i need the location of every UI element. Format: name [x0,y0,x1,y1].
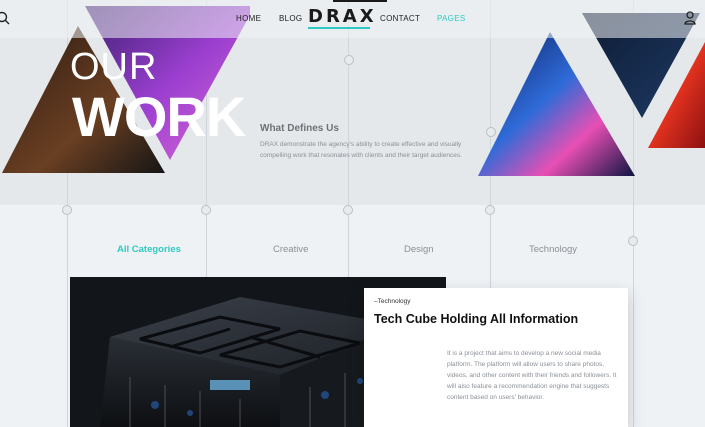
grid-node [628,236,638,246]
grid-node [344,55,354,65]
nav-blog[interactable]: BLOG [279,14,302,23]
hero-title-line1: OUR [70,46,158,88]
card-title: Tech Cube Holding All Information [374,312,579,326]
grid-node [485,205,495,215]
hero-title-line2: WORK [72,85,246,148]
nav-pages[interactable]: PAGES [437,14,465,23]
nav-home[interactable]: HOME [236,14,261,23]
grid-line [67,205,68,427]
grid-node [201,205,211,215]
logo[interactable]: DRAX [308,6,377,27]
define-title: What Defines Us [260,123,339,134]
nav-contact[interactable]: CONTACT [380,14,420,23]
card-category-tag: –Technology [374,298,411,305]
project-card[interactable]: –Technology Tech Cube Holding All Inform… [364,288,628,427]
tab-creative[interactable]: Creative [273,244,308,255]
tab-design[interactable]: Design [404,244,434,255]
tab-all-categories[interactable]: All Categories [117,244,181,255]
card-description: It is a project that aims to develop a n… [447,350,617,401]
grid-node [343,205,353,215]
user-icon[interactable] [684,11,696,30]
logo-accent-line [333,0,387,2]
search-icon[interactable] [0,11,10,30]
logo-underline [308,27,370,29]
top-navigation: HOME BLOG DRAX CONTACT PAGES [0,0,705,38]
tab-technology[interactable]: Technology [529,244,577,255]
define-text: DRAX demonstrate the agency's ability to… [260,141,462,159]
grid-node [62,205,72,215]
